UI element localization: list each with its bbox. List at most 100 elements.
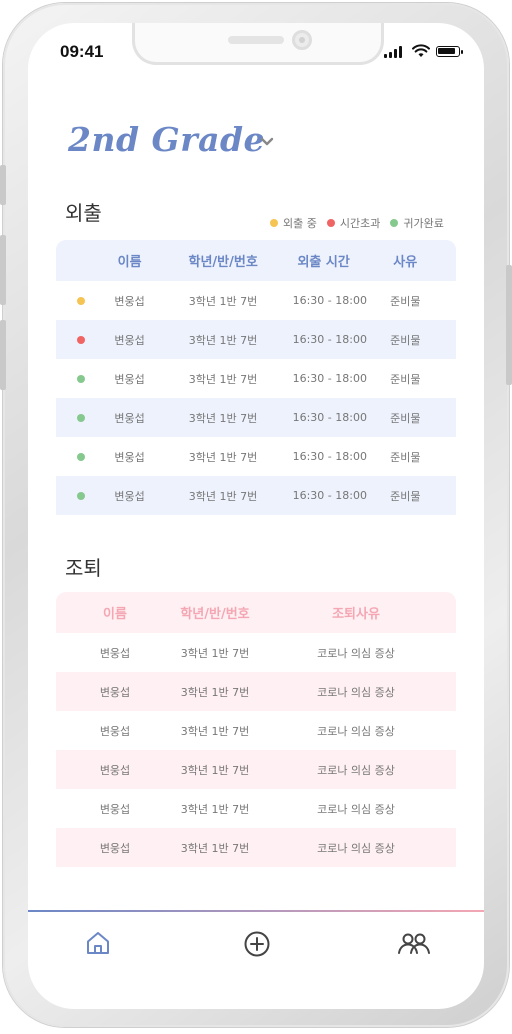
home-icon[interactable] bbox=[85, 930, 111, 956]
early-leave-table-header: 이름 학년/반/번호 조퇴사유 bbox=[56, 592, 456, 633]
early-leave-reason: 코로나 의심 증상 bbox=[317, 763, 395, 777]
early-leave-table: 이름 학년/반/번호 조퇴사유 변웅섭 3학년 1반 7번 코로나 의심 증상 … bbox=[56, 592, 456, 867]
student-class: 3학년 1반 7번 bbox=[188, 489, 258, 503]
student-class: 3학년 1반 7번 bbox=[180, 646, 250, 660]
legend-label-out: 외출 중 bbox=[283, 217, 317, 230]
status-legend: 외출 중 시간초과 귀가완료 bbox=[270, 215, 444, 231]
student-class: 3학년 1반 7번 bbox=[188, 411, 258, 425]
status-dot bbox=[76, 296, 85, 305]
outing-reason: 준비물 bbox=[390, 450, 421, 464]
status-icons bbox=[384, 44, 468, 60]
outing-time: 16:30 - 18:00 bbox=[292, 450, 367, 463]
student-name: 변웅섭 bbox=[114, 411, 145, 425]
student-class: 3학년 1반 7번 bbox=[180, 802, 250, 816]
legend-label-overtime: 시간초과 bbox=[339, 217, 381, 230]
student-class: 3학년 1반 7번 bbox=[188, 450, 258, 464]
early-leave-reason: 코로나 의심 증상 bbox=[317, 646, 395, 660]
early-leave-reason: 코로나 의심 증상 bbox=[317, 685, 395, 699]
early-leave-reason: 코로나 의심 증상 bbox=[317, 841, 395, 855]
outing-time: 16:30 - 18:00 bbox=[292, 489, 367, 502]
outing-time: 16:30 - 18:00 bbox=[292, 294, 367, 307]
table-row[interactable]: 변웅섭 3학년 1반 7번 16:30 - 18:00 준비물 bbox=[56, 476, 456, 515]
outing-table-header: 이름 학년/반/번호 외출 시간 사유 bbox=[56, 240, 456, 281]
table-row[interactable]: 변웅섭 3학년 1반 7번 코로나 의심 증상 bbox=[56, 828, 456, 867]
notch bbox=[132, 23, 384, 65]
column-header-name: 이름 bbox=[103, 607, 127, 622]
legend-dot-out bbox=[270, 219, 278, 227]
student-name: 변웅섭 bbox=[99, 802, 131, 816]
chevron-down-icon[interactable] bbox=[260, 137, 274, 147]
status-time: 09:41 bbox=[60, 42, 104, 61]
legend-item-overtime: 시간초과 bbox=[326, 215, 381, 231]
student-name: 변웅섭 bbox=[114, 489, 145, 503]
student-class: 3학년 1반 7번 bbox=[188, 333, 258, 347]
status-dot bbox=[76, 491, 85, 500]
outing-table: 이름 학년/반/번호 외출 시간 사유 변웅섭 3학년 1반 7번 16:30 … bbox=[56, 240, 456, 515]
column-header-reason: 조퇴사유 bbox=[332, 607, 380, 622]
legend-item-out: 외출 중 bbox=[270, 215, 317, 231]
table-row[interactable]: 변웅섭 3학년 1반 7번 16:30 - 18:00 준비물 bbox=[56, 320, 456, 359]
outing-time: 16:30 - 18:00 bbox=[292, 411, 367, 424]
volume-up-button bbox=[0, 235, 6, 305]
wifi-icon bbox=[412, 44, 430, 57]
table-row[interactable]: 변웅섭 3학년 1반 7번 16:30 - 18:00 준비물 bbox=[56, 437, 456, 476]
tabbar-divider bbox=[28, 910, 484, 912]
legend-label-returned: 귀가완료 bbox=[403, 217, 444, 230]
status-dot bbox=[76, 452, 85, 461]
early-leave-reason: 코로나 의심 증상 bbox=[317, 802, 395, 816]
signal-icon bbox=[384, 46, 402, 58]
status-dot bbox=[76, 374, 85, 383]
early-leave-section-title: 조퇴 bbox=[65, 556, 102, 580]
column-header-class: 학년/반/번호 bbox=[188, 255, 258, 270]
outing-reason: 준비물 bbox=[390, 411, 421, 425]
table-row[interactable]: 변웅섭 3학년 1반 7번 코로나 의심 증상 bbox=[56, 711, 456, 750]
student-class: 3학년 1반 7번 bbox=[180, 841, 250, 855]
volume-down-button bbox=[0, 320, 6, 390]
add-circle-icon[interactable] bbox=[243, 930, 271, 958]
legend-dot-overtime bbox=[326, 219, 335, 227]
outing-reason: 준비물 bbox=[390, 333, 421, 347]
outing-section-title: 외출 bbox=[65, 201, 102, 225]
student-class: 3학년 1반 7번 bbox=[188, 294, 258, 308]
student-name: 변웅섭 bbox=[114, 333, 145, 347]
table-row[interactable]: 변웅섭 3학년 1반 7번 16:30 - 18:00 준비물 bbox=[56, 281, 456, 320]
column-header-reason: 사유 bbox=[393, 255, 418, 270]
table-row[interactable]: 변웅섭 3학년 1반 7번 코로나 의심 증상 bbox=[56, 789, 456, 828]
table-row[interactable]: 변웅섭 3학년 1반 7번 코로나 의심 증상 bbox=[56, 672, 456, 711]
student-name: 변웅섭 bbox=[99, 763, 131, 777]
silent-switch bbox=[0, 165, 6, 205]
table-row[interactable]: 변웅섭 3학년 1반 7번 코로나 의심 증상 bbox=[56, 750, 456, 789]
student-class: 3학년 1반 7번 bbox=[188, 372, 258, 386]
column-header-time: 외출 시간 bbox=[297, 255, 350, 270]
outing-time: 16:30 - 18:00 bbox=[292, 333, 367, 346]
outing-reason: 준비물 bbox=[390, 489, 421, 503]
front-camera bbox=[292, 30, 312, 50]
table-row[interactable]: 변웅섭 3학년 1반 7번 16:30 - 18:00 준비물 bbox=[56, 359, 456, 398]
student-name: 변웅섭 bbox=[99, 724, 131, 738]
status-dot bbox=[76, 335, 85, 344]
student-name: 변웅섭 bbox=[114, 450, 145, 464]
grade-title[interactable]: 2nd Grade bbox=[68, 120, 265, 159]
student-class: 3학년 1반 7번 bbox=[180, 685, 250, 699]
student-name: 변웅섭 bbox=[114, 372, 145, 386]
outing-reason: 준비물 bbox=[390, 372, 421, 386]
column-header-class: 학년/반/번호 bbox=[180, 607, 250, 622]
table-row[interactable]: 변웅섭 3학년 1반 7번 코로나 의심 증상 bbox=[56, 633, 456, 672]
outing-time: 16:30 - 18:00 bbox=[292, 372, 367, 385]
student-name: 변웅섭 bbox=[99, 646, 131, 660]
student-class: 3학년 1반 7번 bbox=[180, 724, 250, 738]
table-row[interactable]: 변웅섭 3학년 1반 7번 16:30 - 18:00 준비물 bbox=[56, 398, 456, 437]
speaker bbox=[228, 36, 284, 44]
student-name: 변웅섭 bbox=[99, 685, 131, 699]
legend-dot-returned bbox=[390, 219, 399, 227]
outing-reason: 준비물 bbox=[390, 294, 421, 308]
people-icon[interactable] bbox=[397, 932, 431, 956]
student-name: 변웅섭 bbox=[99, 841, 131, 855]
student-name: 변웅섭 bbox=[114, 294, 145, 308]
early-leave-reason: 코로나 의심 증상 bbox=[317, 724, 395, 738]
column-header-name: 이름 bbox=[117, 255, 142, 270]
student-class: 3학년 1반 7번 bbox=[180, 763, 250, 777]
legend-item-returned: 귀가완료 bbox=[390, 215, 444, 231]
battery-icon bbox=[436, 46, 463, 57]
status-dot bbox=[76, 413, 85, 422]
